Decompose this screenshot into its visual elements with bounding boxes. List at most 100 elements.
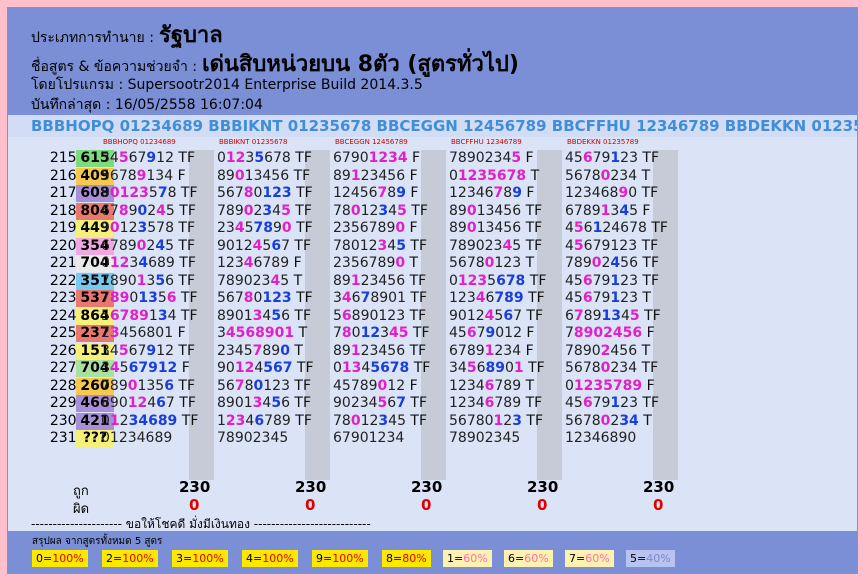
formula-cell: 78901356 TF (101, 290, 198, 306)
formula-column: BBCEGGN 12456789 67901234 F 89123456 F 1245… (330, 136, 446, 480)
correct-count: 230 (527, 478, 559, 496)
formula-cell: 34678901 TF (333, 290, 428, 306)
app-window: ประเภทการทำนาย : รัฐบาล ชื่อสูตร & ข้อคว… (7, 7, 858, 574)
formula-cell: 67890245 TF (101, 202, 196, 219)
formula-name-label: ชื่อสูตร & ข้อความช่วยจำ : (31, 59, 197, 75)
summary-digit-badge: 6=60% (504, 550, 553, 567)
formula-cell: 56780234 TF (565, 360, 659, 376)
formula-cell: 45679123 TF (565, 237, 659, 254)
row-number: 222. (49, 272, 81, 289)
formula-cell: 78902456 T (565, 342, 651, 359)
formula-column: BBCFFHU 12346789 78902345 F 01235678 T 1234… (446, 136, 562, 480)
row-number: 215. (49, 150, 81, 166)
correct-count: 230 (643, 478, 675, 496)
prediction-type-value: รัฐบาล (159, 23, 223, 48)
formula-cell: 23456801 F (101, 325, 186, 341)
formula-column: BBBHOPQ 01234689 34567912 TF 56789134 F 901… (98, 136, 214, 480)
summary-title: สรุปผล จากสูตรทั้งหมด 5 สูตร (32, 536, 163, 547)
summary-digit-badge: 8=80% (382, 550, 431, 567)
formula-cell: 456124678 TF (565, 220, 668, 236)
formula-cell: 67891345 F (565, 202, 651, 219)
row-number: 229. (49, 395, 81, 411)
wrong-count: 0 (653, 496, 664, 514)
formula-strip-text: BBBHOPQ 01234689 BBBIKNT 01235678 BBCEGG… (31, 117, 857, 135)
formula-cell: 78012345 TF (333, 325, 430, 341)
formula-cell: 34567912 TF (101, 342, 196, 359)
summary-digit-badge: 2=100% (102, 550, 158, 567)
formula-column: BBDEKKN 01235789 45679123 TF 56780234 T 123… (562, 136, 678, 480)
correct-count: 230 (411, 478, 443, 496)
formula-cell: 45679012 F (449, 325, 535, 341)
formula-cell: 67891345 TF (565, 307, 661, 324)
formula-cell: 23567890 F (333, 220, 418, 236)
formula-cell: 78902345 (449, 430, 521, 446)
formula-cell: 67901234 (333, 430, 405, 446)
row-number: 217. (49, 185, 81, 201)
formula-cell: 34568901 T (217, 325, 308, 341)
formula-column-header: BBCEGGN 12456789 (335, 138, 408, 146)
summary-bar: สรุปผล จากสูตรทั้งหมด 5 สูตร 0=100% 2=100… (8, 531, 857, 573)
formula-cell: 12346789 TF (217, 412, 312, 429)
formula-cell: 01345678 TF (333, 360, 431, 376)
formula-cell: 56780234 T (565, 412, 652, 429)
last-saved: บันทึกล่าสุด : 16/05/2558 16:07:04 (31, 97, 263, 113)
row-number: 216. (49, 167, 81, 184)
formula-cell: 12456789 F (333, 185, 419, 201)
formula-strip: BBBHOPQ 01234689 BBBIKNT 01235678 BBCEGG… (8, 115, 857, 137)
wrong-count: 0 (537, 496, 548, 514)
formula-cell: 45679123 TF (565, 150, 660, 166)
formula-cell: 12346789 F (449, 185, 535, 201)
formula-cell: 56789134 F (101, 167, 186, 184)
formula-cell: 90123578 TF (101, 220, 196, 236)
row-number: 225. (49, 325, 81, 341)
formula-cell: 56780234 T (565, 167, 651, 184)
formula-cell: 01234689 TF (101, 255, 196, 271)
formula-cell: 89123456 F (333, 167, 418, 184)
formula-column-header: BBBIKNT 01235678 (219, 138, 288, 146)
formula-cell: 89123456 TF (333, 342, 427, 359)
formula-cell: 67891234 F (449, 342, 534, 359)
formula-cell: 78902345 TF (217, 202, 312, 219)
row-number: 218. (49, 202, 81, 219)
formula-cell: 78902345 TF (449, 237, 543, 254)
formula-cell: 90234567 TF (333, 395, 428, 411)
row-number: 227. (49, 360, 81, 376)
formula-cell: 12346890 TF (565, 185, 659, 201)
program-info: โดยโปรแกรม : Supersootr2014 Enterprise B… (31, 77, 423, 93)
formula-cell: 01235678 TF (449, 272, 547, 289)
formula-column-header: BBDEKKN 01235789 (567, 138, 639, 146)
row-number: 224. (49, 307, 81, 324)
correct-count: 230 (179, 478, 211, 496)
summary-digit-badge: 4=100% (242, 550, 298, 567)
wrong-count: 0 (189, 496, 200, 514)
summary-digit-badge: 0=100% (32, 550, 88, 567)
row-number-column: 215. 216. 217. 218. 219. 220. 221. 222. 223. 224.… (23, 150, 81, 448)
formula-cell: 01234689 TF (101, 412, 199, 429)
formula-cell: 56780123 TF (217, 290, 313, 306)
summary-digit-badge: 9=100% (312, 550, 368, 567)
formula-cell: 23457890 TF (217, 220, 313, 236)
formula-cell: 01235678 T (449, 167, 540, 184)
formula-cell: 12346789 TF (449, 395, 543, 411)
summary-digit-badge: 1=60% (443, 550, 492, 567)
formula-cell: 56780123 TF (217, 377, 312, 394)
formula-cell: 12346789 T (449, 377, 535, 394)
formula-cell: 89013456 TF (449, 202, 543, 219)
row-number: 220. (49, 237, 81, 254)
formula-cell: 90124567 TF (217, 237, 312, 254)
formula-cell: 78012345 TF (333, 237, 428, 254)
formula-cell: 89012467 TF (101, 395, 196, 411)
formula-cell: 89013456 TF (217, 307, 312, 324)
formula-cell: 78012345 TF (333, 202, 428, 219)
row-number: 226. (49, 342, 81, 359)
formula-cell: 12346890 (565, 430, 637, 446)
formula-cell: 01234689 (101, 430, 173, 446)
formula-cell: 90124567 TF (217, 360, 314, 376)
correct-count: 230 (295, 478, 327, 496)
formula-cell: 78012345 TF (333, 412, 428, 429)
header-panel: ประเภทการทำนาย : รัฐบาล ชื่อสูตร & ข้อคว… (8, 8, 857, 115)
formula-cell: 78902345 (217, 430, 289, 446)
formula-cell: 56780123 TF (449, 412, 544, 429)
formula-cell: 56789134 TF (101, 307, 198, 324)
row-number: 219. (49, 220, 81, 236)
